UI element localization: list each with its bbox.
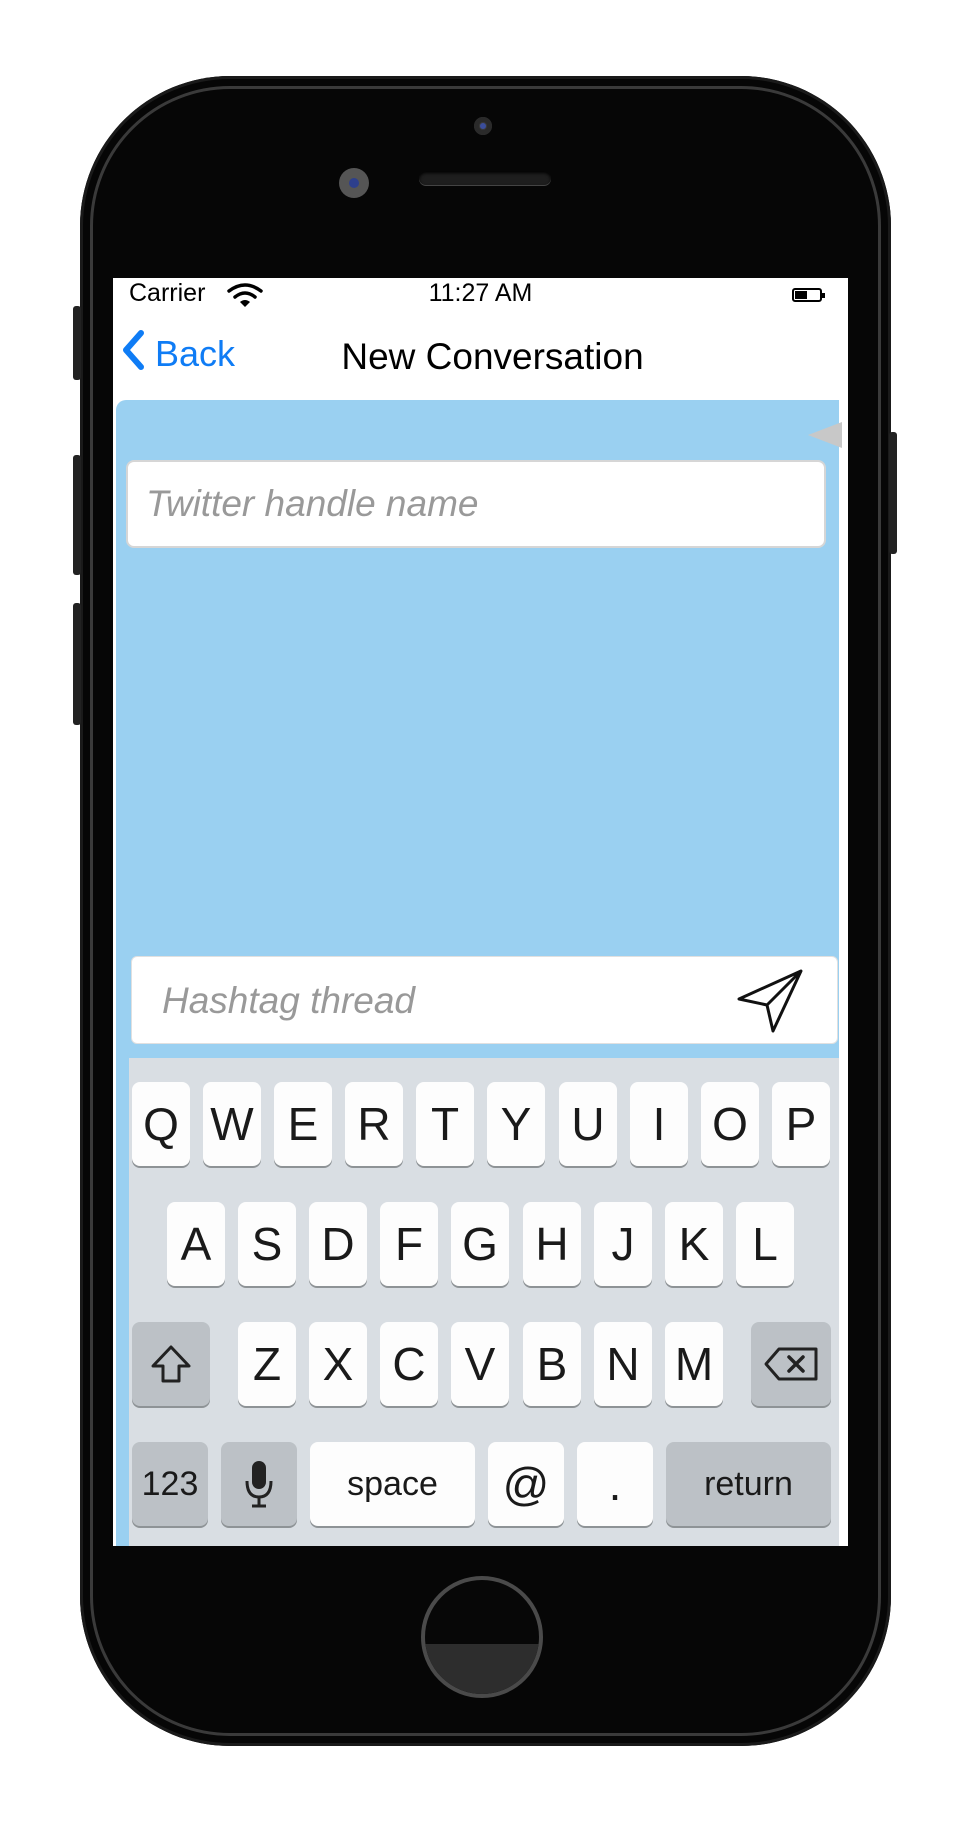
power-button bbox=[889, 432, 897, 554]
space-key[interactable]: space bbox=[310, 1442, 475, 1526]
key-t[interactable]: T bbox=[416, 1082, 474, 1166]
volume-down-button bbox=[73, 603, 81, 725]
microphone-icon bbox=[245, 1461, 273, 1508]
key-z[interactable]: Z bbox=[238, 1322, 296, 1406]
key-b[interactable]: B bbox=[523, 1322, 581, 1406]
key-o[interactable]: O bbox=[701, 1082, 759, 1166]
key-j[interactable]: J bbox=[594, 1202, 652, 1286]
proximity-sensor bbox=[339, 168, 369, 198]
delete-key[interactable] bbox=[751, 1322, 831, 1406]
battery-icon bbox=[792, 288, 825, 302]
key-n[interactable]: N bbox=[594, 1322, 652, 1406]
numbers-key[interactable]: 123 bbox=[132, 1442, 208, 1526]
key-v[interactable]: V bbox=[451, 1322, 509, 1406]
key-x[interactable]: X bbox=[309, 1322, 367, 1406]
key-p[interactable]: P bbox=[772, 1082, 830, 1166]
volume-up-button bbox=[73, 455, 81, 575]
earpiece-speaker bbox=[419, 171, 551, 185]
key-q[interactable]: Q bbox=[132, 1082, 190, 1166]
status-bar: Carrier 11:27 AM bbox=[113, 278, 848, 314]
key-y[interactable]: Y bbox=[487, 1082, 545, 1166]
page-title: New Conversation bbox=[341, 336, 644, 377]
key-h[interactable]: H bbox=[523, 1202, 581, 1286]
key-d[interactable]: D bbox=[309, 1202, 367, 1286]
key-l[interactable]: L bbox=[736, 1202, 794, 1286]
send-button[interactable] bbox=[737, 969, 803, 1033]
return-key[interactable]: return bbox=[666, 1442, 831, 1526]
key-r[interactable]: R bbox=[345, 1082, 403, 1166]
twitter-handle-input[interactable] bbox=[126, 460, 826, 548]
key-u[interactable]: U bbox=[559, 1082, 617, 1166]
shift-arrow-icon bbox=[151, 1345, 191, 1383]
key-w[interactable]: W bbox=[203, 1082, 261, 1166]
key-g[interactable]: G bbox=[451, 1202, 509, 1286]
screen: Carrier 11:27 AM Back New Conversation T… bbox=[113, 278, 848, 1546]
navigation-bar: Back New Conversation bbox=[113, 314, 848, 394]
key-a[interactable]: A bbox=[167, 1202, 225, 1286]
key-e[interactable]: E bbox=[274, 1082, 332, 1166]
dictation-key[interactable] bbox=[221, 1442, 297, 1526]
front-camera bbox=[474, 117, 492, 135]
conversation-content: Q W E R T Y U I O P A S D F G H J K L bbox=[116, 400, 842, 1546]
on-screen-keyboard: Q W E R T Y U I O P A S D F G H J K L Z … bbox=[129, 1058, 839, 1546]
key-c[interactable]: C bbox=[380, 1322, 438, 1406]
shift-key[interactable] bbox=[132, 1322, 210, 1406]
backspace-icon bbox=[764, 1347, 818, 1381]
mute-switch bbox=[73, 306, 81, 380]
key-k[interactable]: K bbox=[665, 1202, 723, 1286]
key-i[interactable]: I bbox=[630, 1082, 688, 1166]
drawer-handle[interactable] bbox=[808, 422, 842, 448]
hashtag-thread-input[interactable] bbox=[160, 957, 724, 1045]
status-time: 11:27 AM bbox=[428, 279, 533, 307]
compose-bar bbox=[131, 956, 838, 1045]
key-s[interactable]: S bbox=[238, 1202, 296, 1286]
at-key[interactable]: @ bbox=[488, 1442, 564, 1526]
key-f[interactable]: F bbox=[380, 1202, 438, 1286]
period-key[interactable]: . bbox=[577, 1442, 653, 1526]
home-button[interactable] bbox=[421, 1576, 543, 1698]
key-m[interactable]: M bbox=[665, 1322, 723, 1406]
paper-plane-icon bbox=[737, 969, 803, 1033]
